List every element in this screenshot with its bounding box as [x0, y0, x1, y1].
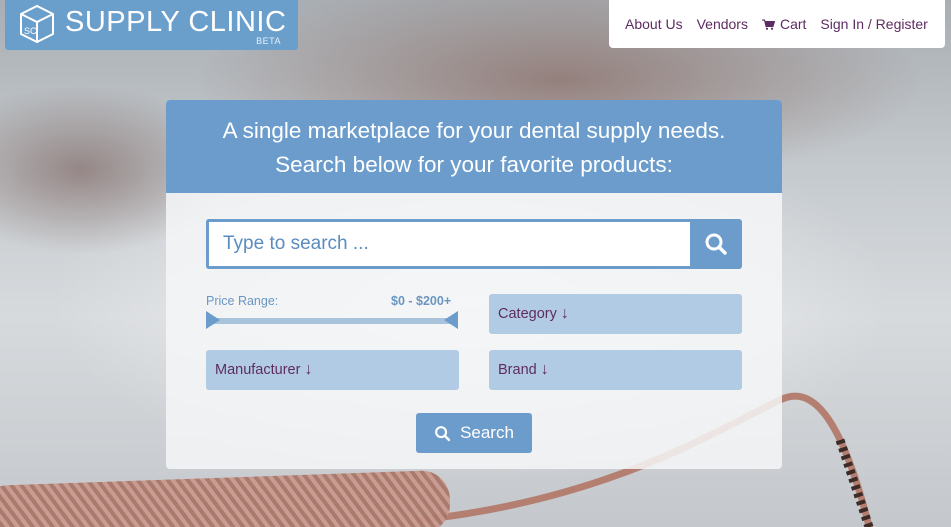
arrow-down-icon: ↓ — [560, 305, 569, 322]
price-range-slider-track[interactable] — [206, 318, 458, 324]
nav-sign-in-register-link[interactable]: Sign In / Register — [820, 16, 927, 32]
category-dropdown[interactable]: Category ↓ — [489, 294, 742, 334]
search-submit-label: Search — [460, 423, 514, 442]
site-logo[interactable]: SC SUPPLY CLINIC BETA — [5, 0, 298, 50]
brand-dropdown-label: Brand — [498, 362, 537, 378]
logo-name: SUPPLY CLINIC — [65, 6, 287, 38]
page: SC SUPPLY CLINIC BETA About Us Vendors C… — [0, 0, 951, 527]
top-nav: About Us Vendors Cart Sign In / Register — [609, 0, 945, 48]
nav-vendors-link[interactable]: Vendors — [697, 16, 748, 32]
arrow-down-icon: ↓ — [304, 361, 313, 378]
search-submit-button[interactable]: Search — [416, 413, 532, 453]
search-icon — [705, 233, 727, 255]
category-dropdown-label: Category — [498, 306, 557, 322]
price-range-value: $0 - $200+ — [391, 294, 452, 308]
search-bar — [206, 219, 742, 269]
manufacturer-dropdown-label: Manufacturer — [215, 362, 301, 378]
hero-headline-line1: A single marketplace for your dental sup… — [222, 118, 726, 143]
brand-dropdown[interactable]: Brand ↓ — [489, 350, 742, 390]
logo-box-icon: SC — [20, 4, 54, 44]
search-input[interactable] — [206, 219, 690, 269]
search-panel: A single marketplace for your dental sup… — [166, 100, 782, 469]
search-icon — [435, 425, 451, 441]
beta-badge: BETA — [256, 36, 281, 46]
nav-about-us-link[interactable]: About Us — [625, 16, 683, 32]
nav-cart-label: Cart — [779, 16, 807, 32]
price-max-handle[interactable] — [444, 311, 458, 329]
cart-icon — [761, 19, 775, 30]
nav-cart-link[interactable]: Cart — [761, 16, 807, 32]
price-min-handle[interactable] — [206, 311, 220, 329]
price-range-label: Price Range: — [206, 294, 279, 308]
manufacturer-dropdown[interactable]: Manufacturer ↓ — [206, 350, 459, 390]
logo-monogram: SC — [24, 26, 37, 36]
hero-headline-line2: Search below for your favorite products: — [275, 152, 673, 177]
dental-tool-handle-image — [0, 469, 451, 527]
hero-banner: A single marketplace for your dental sup… — [166, 100, 782, 193]
arrow-down-icon: ↓ — [540, 361, 549, 378]
search-icon-button[interactable] — [690, 219, 742, 269]
